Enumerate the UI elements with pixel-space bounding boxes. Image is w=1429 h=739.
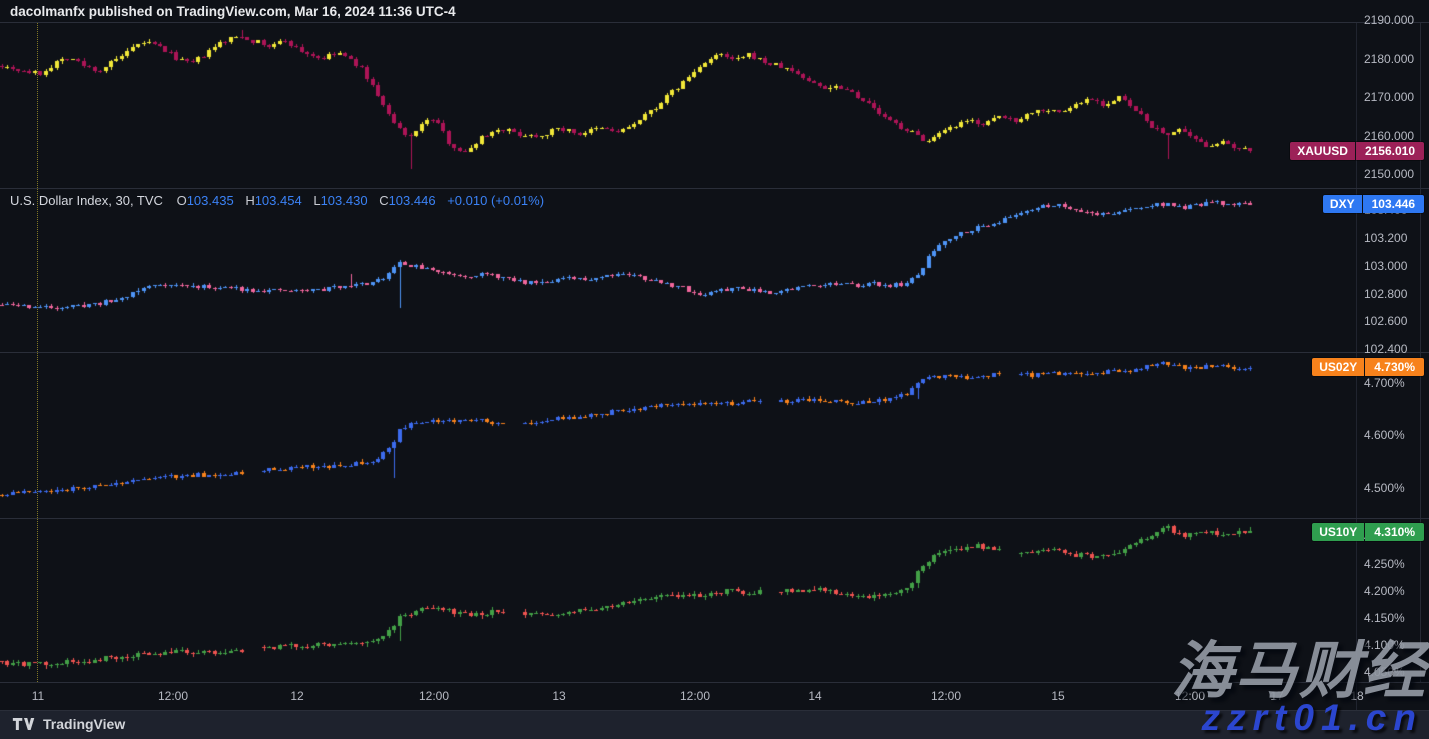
price-tick-dxy: 102.800: [1364, 287, 1407, 301]
price-tick-dxy: 103.200: [1364, 231, 1407, 245]
badge-value: 103.446: [1363, 195, 1424, 213]
price-tick-xauusd: 2150.000: [1364, 167, 1414, 181]
legend-low-value: 103.430: [321, 193, 368, 208]
price-tick-us02y: 4.600%: [1364, 428, 1405, 442]
legend-high-value: 103.454: [255, 193, 302, 208]
time-label: 12:00: [158, 689, 188, 703]
time-axis[interactable]: 1112:001212:001312:001412:001512:001718: [0, 682, 1356, 710]
time-label: 12:00: [931, 689, 961, 703]
badge-symbol: US10Y: [1312, 523, 1364, 541]
last-price-badge-us10y: US10Y4.310%: [1312, 523, 1424, 541]
legend-title: U.S. Dollar Index, 30, TVC: [10, 193, 163, 208]
time-label: 12:00: [680, 689, 710, 703]
tradingview-logo-link[interactable]: TradingView: [12, 716, 125, 732]
tradingview-published-chart: dacolmanfx published on TradingView.com,…: [0, 0, 1429, 739]
price-tick-us02y: 4.500%: [1364, 481, 1405, 495]
price-tick-xauusd: 2190.000: [1364, 13, 1414, 27]
attribution-text: dacolmanfx published on TradingView.com,…: [10, 0, 456, 22]
price-tick-dxy: 102.400: [1364, 342, 1407, 356]
last-price-badge-xauusd: XAUUSD2156.010: [1290, 142, 1424, 160]
time-label: 12: [290, 689, 303, 703]
panel-separator[interactable]: [0, 188, 1429, 189]
legend-open-value: 103.435: [187, 193, 234, 208]
price-tick-xauusd: 2180.000: [1364, 52, 1414, 66]
watermark-url-text: zzrt01.cn: [1202, 697, 1423, 739]
panel-dxy-canvas[interactable]: [0, 188, 1356, 352]
legend-open-label: O: [177, 193, 187, 208]
price-tick-xauusd: 2160.000: [1364, 129, 1414, 143]
legend-low-label: L: [313, 193, 320, 208]
panel-separator[interactable]: [0, 518, 1429, 519]
price-tick-us02y: 4.700%: [1364, 376, 1405, 390]
price-scale[interactable]: 2190.0002180.0002170.0002160.0002150.000…: [1356, 22, 1429, 710]
badge-value: 4.730%: [1365, 358, 1424, 376]
badge-symbol: US02Y: [1312, 358, 1364, 376]
price-tick-dxy: 103.000: [1364, 259, 1407, 273]
price-tick-us10y: 4.200%: [1364, 584, 1405, 598]
price-tick-dxy: 102.600: [1364, 314, 1407, 328]
tradingview-logo-text: TradingView: [43, 716, 125, 732]
panel-us02y-canvas[interactable]: [0, 352, 1356, 518]
legend-close-label: C: [379, 193, 388, 208]
tradingview-logo-icon: [12, 717, 36, 731]
panel-us10y-canvas[interactable]: [0, 518, 1356, 682]
legend-high-label: H: [245, 193, 254, 208]
panel-separator: [0, 22, 1429, 23]
badge-symbol: XAUUSD: [1290, 142, 1355, 160]
badge-value: 4.310%: [1365, 523, 1424, 541]
time-label: 14: [808, 689, 821, 703]
panel-xauusd-canvas[interactable]: [0, 22, 1356, 188]
last-price-badge-us02y: US02Y4.730%: [1312, 358, 1424, 376]
time-label: 12:00: [419, 689, 449, 703]
time-label: 13: [552, 689, 565, 703]
legend-change: +0.010 (+0.01%): [447, 193, 544, 208]
time-label: 15: [1051, 689, 1064, 703]
badge-symbol: DXY: [1323, 195, 1362, 213]
price-tick-xauusd: 2170.000: [1364, 90, 1414, 104]
legend-close-value: 103.446: [389, 193, 436, 208]
last-price-badge-dxy: DXY103.446: [1323, 195, 1424, 213]
price-tick-us10y: 4.250%: [1364, 557, 1405, 571]
panel-separator[interactable]: [0, 352, 1429, 353]
dxy-legend: U.S. Dollar Index, 30, TVC O103.435 H103…: [10, 193, 544, 208]
badge-value: 2156.010: [1356, 142, 1424, 160]
time-label: 11: [32, 689, 44, 703]
